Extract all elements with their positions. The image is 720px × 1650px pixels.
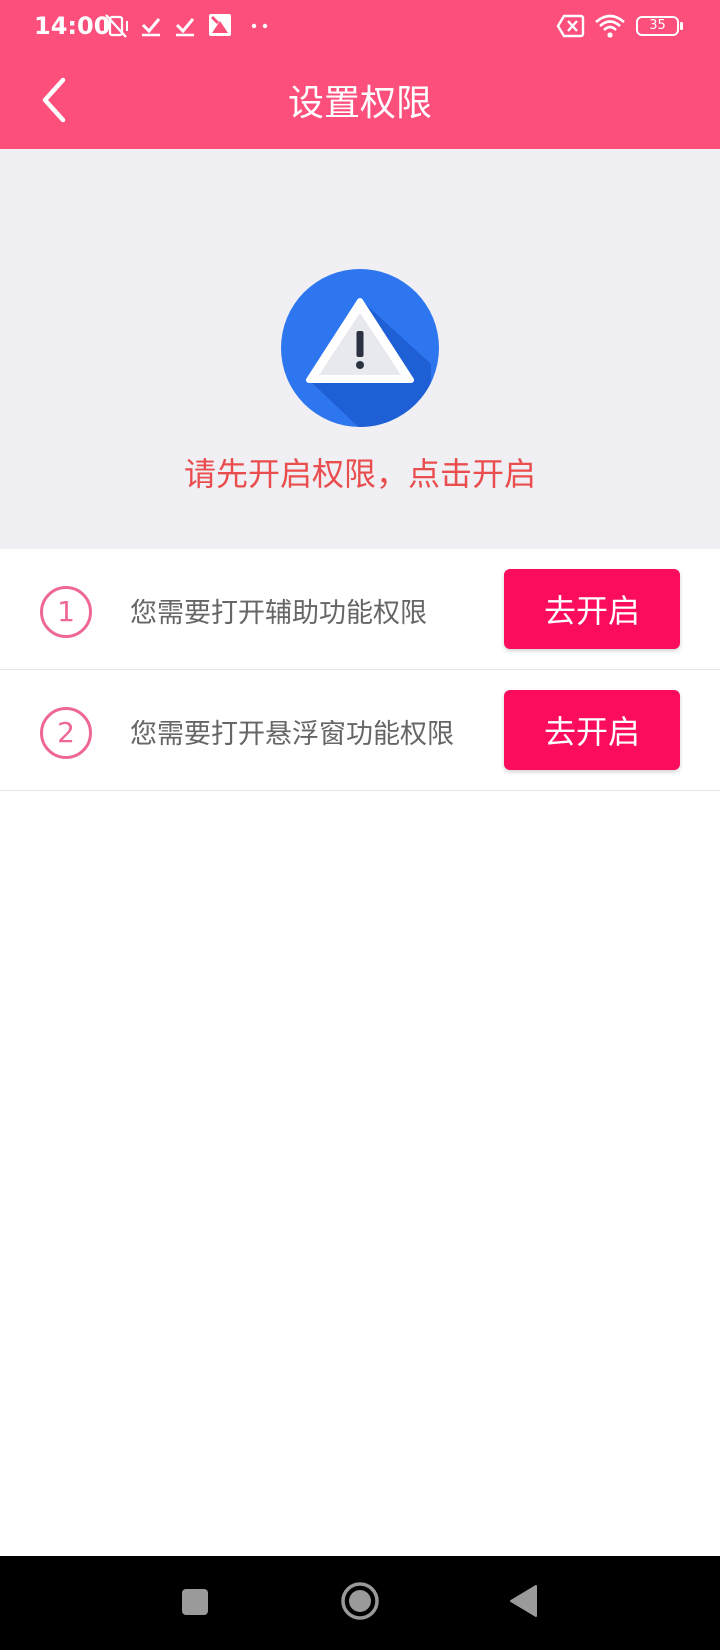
check-icon [141,18,161,37]
mute-vibrate-icon [104,14,128,38]
permission-row-overlay: 2 您需要打开悬浮窗功能权限 去开启 [0,670,720,791]
permission-row-accessibility: 1 您需要打开辅助功能权限 去开启 [0,549,720,670]
battery-tip [680,22,683,30]
sim-off-icon [556,14,585,38]
battery-icon: 35 [636,16,679,36]
app-icon [209,14,231,36]
recent-apps-icon[interactable] [181,1588,209,1616]
page-title: 设置权限 [287,83,432,124]
app-header: 14:00 35 设置权限 [0,0,720,149]
step-number-badge: 1 [40,586,92,638]
enable-overlay-button[interactable]: 去开启 [504,690,680,770]
more-dots-icon [251,23,268,29]
status-bar: 14:00 35 [0,0,720,55]
status-time: 14:00 [34,12,111,40]
check-icon [175,18,195,37]
warning-message: 请先开启权限，点击开启 [183,455,536,493]
system-navigation-bar [0,1556,720,1650]
enable-accessibility-button[interactable]: 去开启 [504,569,680,649]
warning-triangle-icon [281,269,439,427]
home-icon[interactable] [340,1581,380,1621]
permission-description: 您需要打开悬浮窗功能权限 [130,719,454,750]
permission-description: 您需要打开辅助功能权限 [130,598,427,629]
back-triangle-icon[interactable] [508,1584,538,1618]
wifi-icon [595,14,625,38]
step-number-badge: 2 [40,707,92,759]
warning-panel: 请先开启权限，点击开启 [0,149,720,549]
battery-level: 35 [649,18,666,33]
